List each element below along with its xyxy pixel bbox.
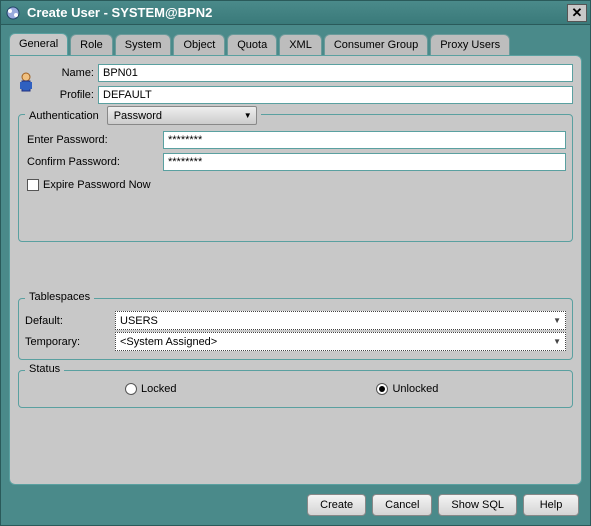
chevron-down-icon: ▼ (553, 316, 561, 325)
profile-input[interactable] (98, 86, 573, 104)
auth-method-value: Password (114, 110, 162, 122)
tab-proxy-users[interactable]: Proxy Users (430, 34, 510, 56)
chevron-down-icon: ▼ (244, 111, 252, 120)
auth-method-dropdown[interactable]: Password ▼ (107, 106, 257, 125)
user-icon (18, 72, 34, 96)
app-icon (5, 5, 21, 21)
tab-xml[interactable]: XML (279, 34, 322, 56)
expire-password-checkbox[interactable] (27, 179, 39, 191)
status-legend: Status (25, 363, 64, 375)
expire-password-label: Expire Password Now (43, 179, 151, 191)
unlocked-radio-item[interactable]: Unlocked (376, 383, 438, 395)
tablespaces-legend: Tablespaces (25, 291, 94, 303)
tab-quota[interactable]: Quota (227, 34, 277, 56)
unlocked-radio[interactable] (376, 383, 388, 395)
temporary-tablespace-label: Temporary: (25, 336, 115, 348)
help-button[interactable]: Help (523, 494, 579, 516)
tab-object[interactable]: Object (173, 34, 225, 56)
tablespaces-group: Tablespaces Default: USERS ▼ Temporary: … (18, 298, 573, 360)
confirm-password-input[interactable] (163, 153, 566, 171)
name-input[interactable] (98, 64, 573, 82)
content-area: General Role System Object Quota XML Con… (1, 25, 590, 493)
tab-system[interactable]: System (115, 34, 172, 56)
chevron-down-icon: ▼ (553, 337, 561, 346)
create-button[interactable]: Create (307, 494, 366, 516)
locked-radio-item[interactable]: Locked (125, 383, 176, 395)
temporary-tablespace-value: <System Assigned> (120, 336, 217, 348)
confirm-password-label: Confirm Password: (25, 156, 163, 168)
close-button[interactable]: ✕ (567, 4, 587, 22)
authentication-group: Authentication Password ▼ Enter Password… (18, 114, 573, 242)
window-title: Create User - SYSTEM@BPN2 (25, 5, 567, 20)
tab-bar: General Role System Object Quota XML Con… (9, 33, 582, 55)
temporary-tablespace-combo[interactable]: <System Assigned> ▼ (115, 332, 566, 351)
enter-password-input[interactable] (163, 131, 566, 149)
tab-role[interactable]: Role (70, 34, 113, 56)
tab-consumer-group[interactable]: Consumer Group (324, 34, 428, 56)
titlebar: Create User - SYSTEM@BPN2 ✕ (1, 1, 590, 25)
show-sql-button[interactable]: Show SQL (438, 494, 517, 516)
enter-password-label: Enter Password: (25, 134, 163, 146)
tab-general[interactable]: General (9, 33, 68, 55)
locked-label: Locked (141, 383, 176, 395)
profile-label: Profile: (38, 89, 98, 101)
default-tablespace-label: Default: (25, 315, 115, 327)
name-label: Name: (38, 67, 98, 79)
authentication-legend: Authentication (29, 110, 99, 122)
locked-radio[interactable] (125, 383, 137, 395)
create-user-window: Create User - SYSTEM@BPN2 ✕ General Role… (0, 0, 591, 526)
status-group: Status Locked Unlocked (18, 370, 573, 408)
close-icon: ✕ (572, 5, 583, 21)
unlocked-label: Unlocked (392, 383, 438, 395)
default-tablespace-value: USERS (120, 315, 158, 327)
button-bar: Create Cancel Show SQL Help (307, 494, 579, 516)
general-panel: Name: Profile: Authentication Password ▼ (9, 55, 582, 485)
default-tablespace-combo[interactable]: USERS ▼ (115, 311, 566, 330)
cancel-button[interactable]: Cancel (372, 494, 432, 516)
